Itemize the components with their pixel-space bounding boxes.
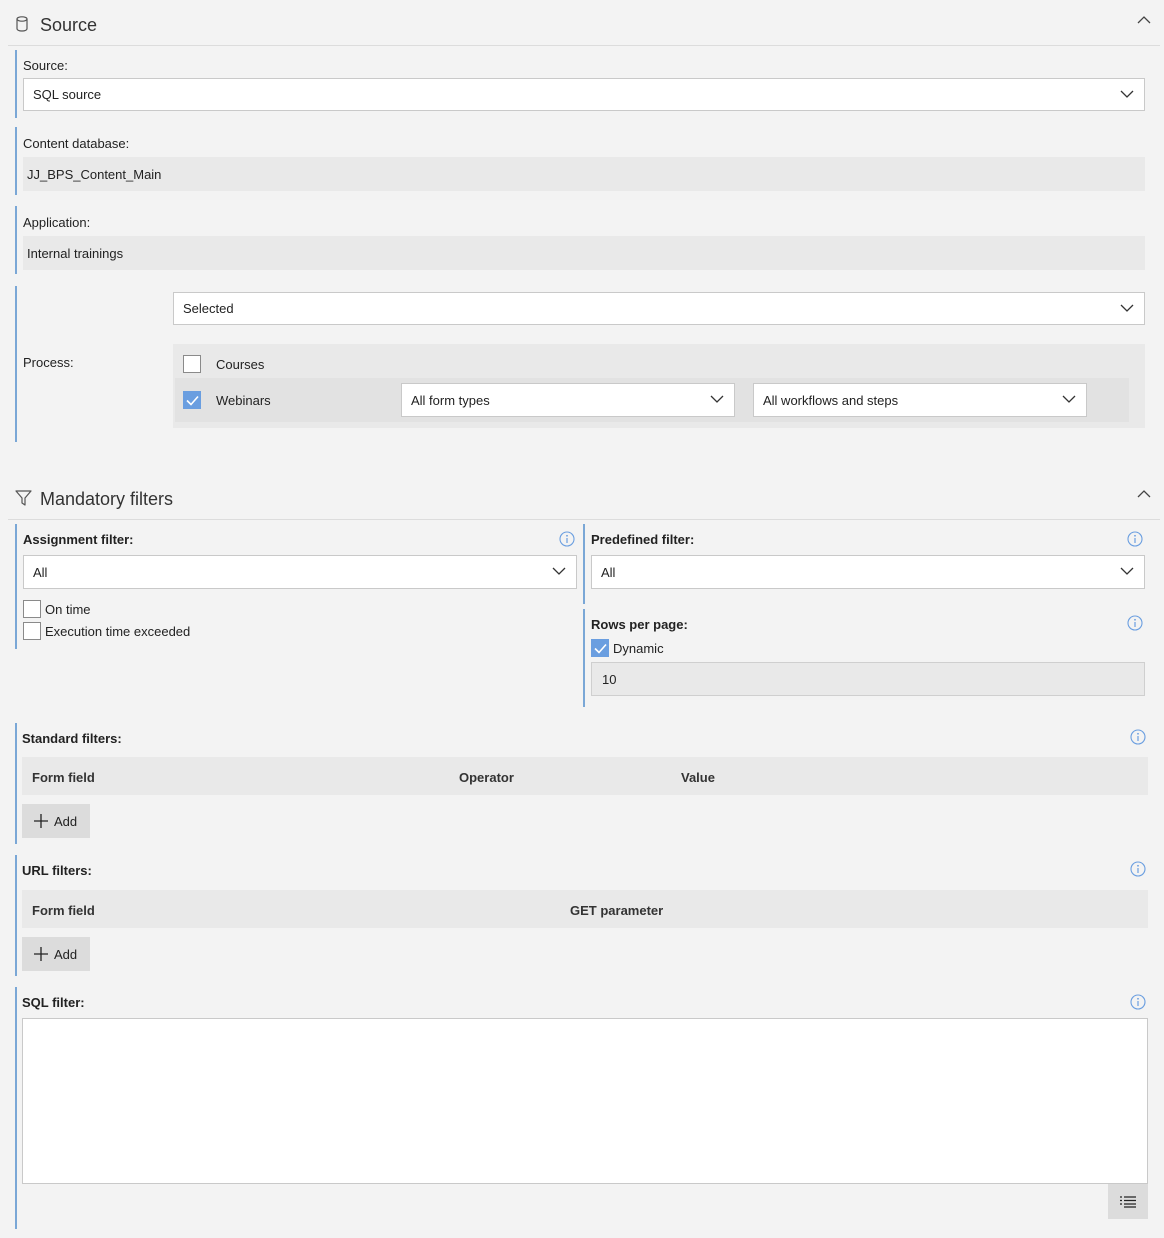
- chevron-down-icon: [1120, 90, 1134, 98]
- source-select[interactable]: SQL source: [23, 78, 1145, 111]
- process-mode-value: Selected: [183, 301, 234, 316]
- standard-bar: [15, 723, 17, 844]
- dynamic-checkbox[interactable]: [591, 639, 609, 657]
- source-field-bar: [15, 50, 17, 118]
- on-time-label: On time: [45, 602, 91, 617]
- chevron-down-icon: [552, 567, 566, 575]
- predefined-select[interactable]: All: [591, 555, 1145, 589]
- process-mode-select[interactable]: Selected: [173, 292, 1145, 325]
- database-icon: [16, 16, 28, 32]
- col-form-field: Form field: [32, 770, 95, 785]
- workflows-value: All workflows and steps: [763, 392, 899, 408]
- rows-bar: [583, 609, 585, 707]
- standard-label: Standard filters:: [22, 731, 122, 746]
- collapse-source-icon[interactable]: [1137, 15, 1151, 25]
- courses-label: Courses: [216, 357, 265, 372]
- assignment-label: Assignment filter:: [23, 532, 134, 547]
- assignment-select[interactable]: All: [23, 555, 577, 589]
- application-value: Internal trainings: [23, 236, 1145, 270]
- collapse-filters-icon[interactable]: [1137, 489, 1151, 499]
- source-select-value: SQL source: [33, 87, 102, 102]
- dynamic-label: Dynamic: [613, 641, 664, 656]
- form-types-select[interactable]: All form types: [401, 383, 735, 417]
- info-icon[interactable]: [1127, 531, 1143, 547]
- source-divider: [8, 45, 1160, 46]
- info-icon[interactable]: [1130, 994, 1146, 1010]
- url-label: URL filters:: [22, 863, 92, 878]
- info-icon[interactable]: [559, 531, 575, 547]
- content-db-bar: [15, 127, 17, 195]
- chevron-down-icon: [710, 395, 724, 403]
- exceeded-label: Execution time exceeded: [45, 624, 191, 639]
- info-icon[interactable]: [1130, 729, 1146, 745]
- col-operator: Operator: [459, 770, 514, 785]
- assignment-value: All: [33, 564, 48, 580]
- standard-filters-header: Form field Operator Value: [22, 757, 1148, 795]
- source-label: Source:: [23, 58, 68, 73]
- sql-fields-button[interactable]: [1108, 1184, 1148, 1219]
- courses-checkbox[interactable]: [183, 355, 201, 373]
- chevron-down-icon: [1120, 567, 1134, 575]
- chevron-down-icon: [1120, 304, 1134, 312]
- on-time-checkbox[interactable]: [23, 600, 41, 618]
- sql-bar: [15, 987, 17, 1229]
- application-bar: [15, 206, 17, 274]
- predefined-label: Predefined filter:: [591, 532, 695, 547]
- webinars-label: Webinars: [216, 393, 271, 408]
- url-bar: [15, 855, 17, 976]
- section-title-filters: Mandatory filters: [40, 489, 174, 509]
- content-db-value: JJ_BPS_Content_Main: [23, 157, 1145, 191]
- filter-icon: [15, 490, 32, 506]
- filters-divider: [8, 519, 1160, 520]
- application-label: Application:: [23, 215, 91, 230]
- chevron-down-icon: [1062, 395, 1076, 403]
- col-get-parameter: GET parameter: [570, 903, 664, 918]
- process-bar: [15, 286, 17, 442]
- assignment-bar: [15, 524, 17, 649]
- col-value: Value: [681, 770, 715, 785]
- process-label: Process:: [23, 355, 74, 370]
- workflows-select[interactable]: All workflows and steps: [753, 383, 1087, 417]
- predefined-bar: [583, 524, 585, 604]
- info-icon[interactable]: [1127, 615, 1143, 631]
- checkmark-icon: [594, 643, 607, 654]
- exceeded-checkbox[interactable]: [23, 622, 41, 640]
- sql-label: SQL filter:: [22, 995, 85, 1010]
- sql-filter-textarea[interactable]: [22, 1018, 1148, 1184]
- add-standard-filter-button[interactable]: Add: [22, 804, 90, 838]
- plus-icon: [34, 947, 48, 961]
- webinars-checkbox[interactable]: [183, 391, 201, 409]
- col-form-field: Form field: [32, 903, 95, 918]
- content-db-label: Content database:: [23, 136, 130, 151]
- plus-icon: [34, 814, 48, 828]
- section-title-source: Source: [40, 15, 98, 35]
- list-icon: [1120, 1195, 1136, 1208]
- predefined-value: All: [601, 564, 616, 580]
- form-types-value: All form types: [411, 392, 490, 408]
- add-url-filter-button[interactable]: Add: [22, 937, 90, 971]
- url-filters-header: Form field GET parameter: [22, 890, 1148, 928]
- checkmark-icon: [186, 395, 199, 406]
- info-icon[interactable]: [1130, 861, 1146, 877]
- rows-per-page-input[interactable]: 10: [591, 662, 1145, 696]
- rows-label: Rows per page:: [591, 617, 688, 632]
